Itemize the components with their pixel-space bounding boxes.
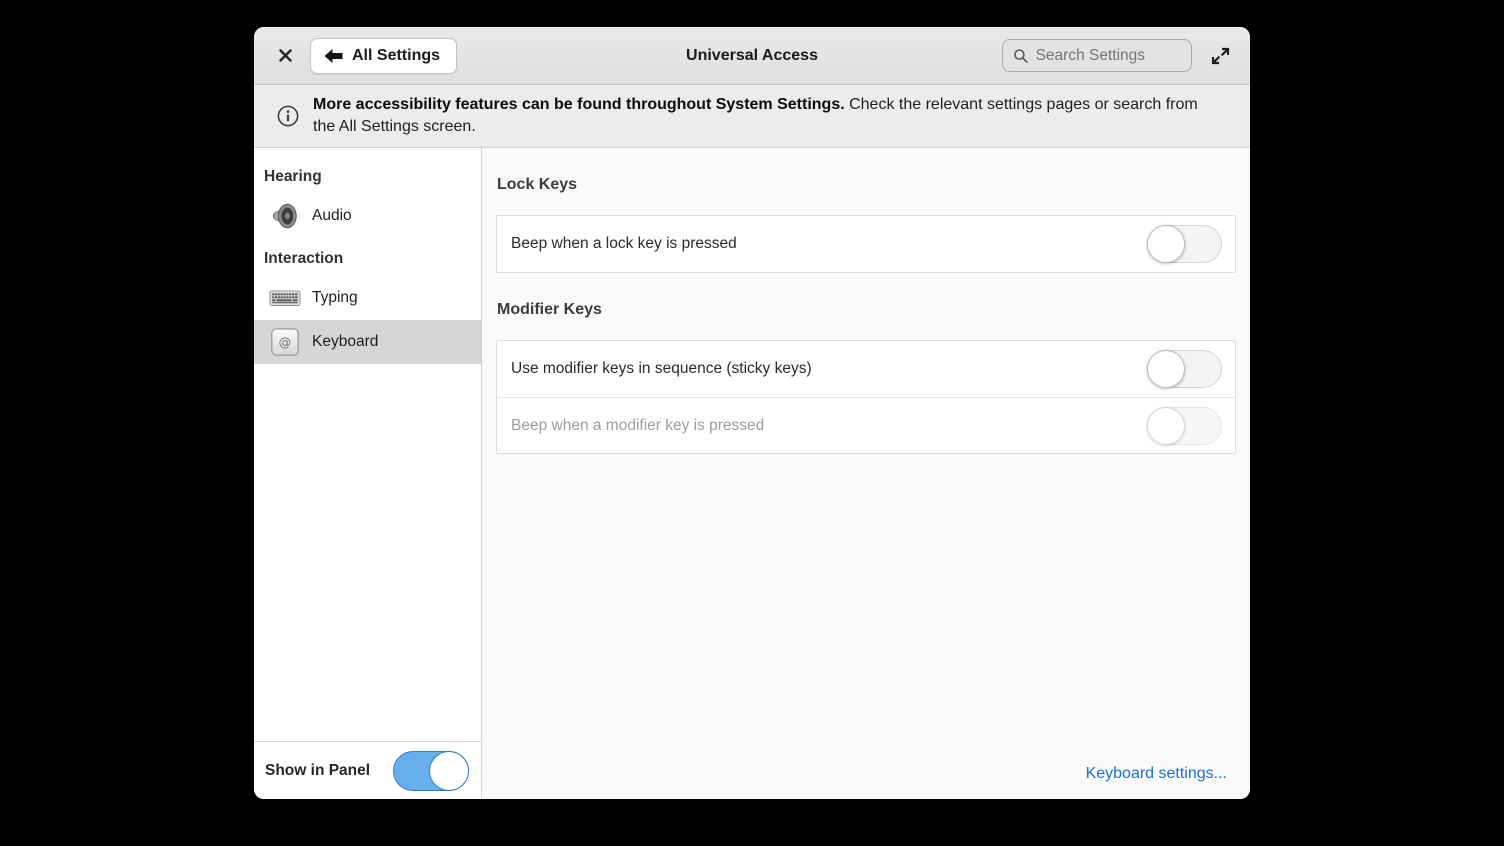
sidebar-item-label: Keyboard — [312, 333, 378, 351]
keyboard-icon — [269, 282, 301, 314]
show-in-panel-row: Show in Panel — [254, 741, 481, 799]
toggle-knob — [1147, 350, 1185, 388]
toggle-knob — [429, 751, 469, 791]
show-in-panel-toggle[interactable] — [393, 751, 469, 791]
toggle-knob — [1147, 225, 1185, 263]
beep-lock-key-label: Beep when a lock key is pressed — [511, 235, 737, 253]
at-key-icon: @ — [269, 326, 301, 358]
sidebar-section-hearing: Hearing — [254, 156, 481, 194]
all-settings-label: All Settings — [352, 47, 440, 65]
expand-icon — [1211, 46, 1230, 65]
sidebar: Hearing Audio Interaction — [254, 148, 482, 799]
beep-modifier-key-toggle[interactable] — [1147, 407, 1222, 445]
keyboard-settings-link[interactable]: Keyboard settings... — [1086, 765, 1227, 783]
search-field[interactable] — [1002, 39, 1192, 72]
close-icon — [278, 48, 293, 63]
search-input[interactable] — [1036, 47, 1181, 65]
sticky-keys-label: Use modifier keys in sequence (sticky ke… — [511, 360, 812, 378]
settings-window: All Settings Universal Access — [254, 27, 1250, 799]
sticky-keys-toggle[interactable] — [1147, 350, 1222, 388]
sidebar-item-keyboard[interactable]: @ Keyboard — [254, 320, 481, 364]
modifier-keys-card: Use modifier keys in sequence (sticky ke… — [496, 340, 1236, 454]
banner-text-bold: More accessibility features can be found… — [313, 96, 845, 113]
info-icon — [276, 104, 300, 128]
toggle-knob — [1147, 407, 1185, 445]
search-icon — [1013, 47, 1029, 65]
close-button[interactable] — [272, 43, 298, 69]
beep-modifier-key-row: Beep when a modifier key is pressed — [497, 397, 1235, 453]
lock-keys-heading: Lock Keys — [497, 176, 1236, 194]
banner-text: More accessibility features can be found… — [313, 94, 1223, 138]
lock-keys-card: Beep when a lock key is pressed — [496, 215, 1236, 273]
beep-lock-key-row: Beep when a lock key is pressed — [497, 216, 1235, 272]
all-settings-button[interactable]: All Settings — [310, 38, 457, 74]
beep-lock-key-toggle[interactable] — [1147, 225, 1222, 263]
sidebar-item-audio[interactable]: Audio — [254, 194, 481, 238]
sticky-keys-row: Use modifier keys in sequence (sticky ke… — [497, 341, 1235, 397]
sidebar-item-label: Typing — [312, 289, 358, 307]
back-arrow-icon — [324, 48, 343, 64]
fullscreen-button[interactable] — [1208, 44, 1232, 68]
content-pane: Lock Keys Beep when a lock key is presse… — [482, 148, 1250, 799]
sidebar-item-typing[interactable]: Typing — [254, 276, 481, 320]
show-in-panel-label: Show in Panel — [265, 762, 370, 780]
sidebar-section-interaction: Interaction — [254, 238, 481, 276]
titlebar: All Settings Universal Access — [254, 27, 1250, 85]
beep-modifier-key-label: Beep when a modifier key is pressed — [511, 417, 764, 435]
modifier-keys-heading: Modifier Keys — [497, 301, 1236, 319]
speaker-icon — [269, 200, 301, 232]
svg-text:@: @ — [279, 335, 292, 350]
info-banner: More accessibility features can be found… — [254, 85, 1250, 148]
sidebar-item-label: Audio — [312, 207, 352, 225]
